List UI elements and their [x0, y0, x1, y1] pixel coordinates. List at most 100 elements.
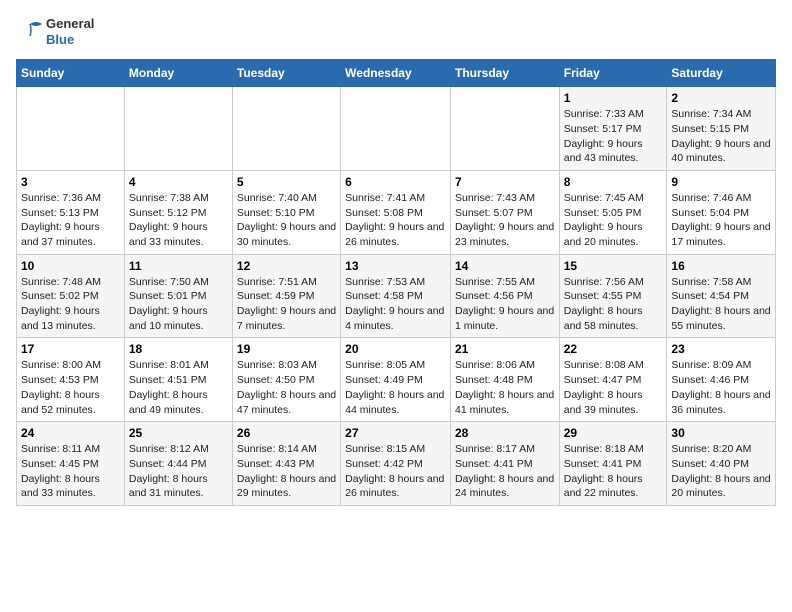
day-info: Sunrise: 8:15 AM Sunset: 4:42 PM Dayligh… — [345, 442, 446, 501]
calendar-cell: 7 Sunrise: 7:43 AM Sunset: 5:07 PM Daylig… — [450, 170, 559, 254]
calendar-cell: 1 Sunrise: 7:33 AM Sunset: 5:17 PM Daylig… — [559, 87, 667, 171]
day-number: 18 — [129, 342, 228, 356]
weekday-header: Tuesday — [232, 60, 340, 87]
day-number: 8 — [564, 175, 663, 189]
weekday-header: Thursday — [450, 60, 559, 87]
calendar-cell: 28Sunrise: 8:17 AM Sunset: 4:41 PM Dayli… — [450, 422, 559, 506]
calendar-cell — [450, 87, 559, 171]
weekday-header: Saturday — [667, 60, 776, 87]
day-number: 11 — [129, 259, 228, 273]
day-info: Sunrise: 7:33 AM Sunset: 5:17 PM Dayligh… — [564, 107, 663, 166]
weekday-header: Monday — [124, 60, 232, 87]
calendar-week-row: 24Sunrise: 8:11 AM Sunset: 4:45 PM Dayli… — [17, 422, 776, 506]
calendar-week-row: 10 Sunrise: 7:48 AM Sunset: 5:02 PM Dayli… — [17, 254, 776, 338]
calendar-cell: 23Sunrise: 8:09 AM Sunset: 4:46 PM Dayli… — [667, 338, 776, 422]
day-number: 13 — [345, 259, 446, 273]
day-number: 23 — [671, 342, 771, 356]
calendar-cell: 16Sunrise: 7:58 AM Sunset: 4:54 PM Dayli… — [667, 254, 776, 338]
day-info: Sunrise: 7:53 AM Sunset: 4:58 PM Dayligh… — [345, 275, 446, 334]
day-info: Sunrise: 7:45 AM Sunset: 5:05 PM Dayligh… — [564, 191, 663, 250]
day-number: 12 — [237, 259, 336, 273]
weekday-header: Friday — [559, 60, 667, 87]
day-info: Sunrise: 8:03 AM Sunset: 4:50 PM Dayligh… — [237, 358, 336, 417]
day-number: 5 — [237, 175, 336, 189]
calendar-cell: 15 Sunrise: 7:56 AM Sunset: 4:55 PM Dayli… — [559, 254, 667, 338]
calendar-cell: 8 Sunrise: 7:45 AM Sunset: 5:05 PM Daylig… — [559, 170, 667, 254]
calendar-cell: 18Sunrise: 8:01 AM Sunset: 4:51 PM Dayli… — [124, 338, 232, 422]
calendar-week-row: 17 Sunrise: 8:00 AM Sunset: 4:53 PM Dayli… — [17, 338, 776, 422]
day-info: Sunrise: 8:14 AM Sunset: 4:43 PM Dayligh… — [237, 442, 336, 501]
day-info: Sunrise: 7:50 AM Sunset: 5:01 PM Dayligh… — [129, 275, 228, 334]
calendar-cell: 29Sunrise: 8:18 AM Sunset: 4:41 PM Dayli… — [559, 422, 667, 506]
page-header: General Blue — [16, 16, 776, 47]
day-number: 20 — [345, 342, 446, 356]
calendar-cell — [341, 87, 451, 171]
calendar-cell: 2 Sunrise: 7:34 AM Sunset: 5:15 PM Daylig… — [667, 87, 776, 171]
day-info: Sunrise: 7:43 AM Sunset: 5:07 PM Dayligh… — [455, 191, 555, 250]
day-number: 28 — [455, 426, 555, 440]
calendar-table: SundayMondayTuesdayWednesdayThursdayFrid… — [16, 59, 776, 506]
calendar-cell: 19 Sunrise: 8:03 AM Sunset: 4:50 PM Dayli… — [232, 338, 340, 422]
day-info: Sunrise: 8:12 AM Sunset: 4:44 PM Dayligh… — [129, 442, 228, 501]
day-number: 3 — [21, 175, 120, 189]
day-number: 25 — [129, 426, 228, 440]
day-number: 2 — [671, 91, 771, 105]
day-number: 17 — [21, 342, 120, 356]
day-info: Sunrise: 8:06 AM Sunset: 4:48 PM Dayligh… — [455, 358, 555, 417]
calendar-cell: 11 Sunrise: 7:50 AM Sunset: 5:01 PM Dayli… — [124, 254, 232, 338]
calendar-week-row: 3 Sunrise: 7:36 AM Sunset: 5:13 PM Daylig… — [17, 170, 776, 254]
day-number: 7 — [455, 175, 555, 189]
calendar-cell: 26Sunrise: 8:14 AM Sunset: 4:43 PM Dayli… — [232, 422, 340, 506]
logo: General Blue — [16, 16, 94, 47]
day-number: 29 — [564, 426, 663, 440]
day-info: Sunrise: 7:48 AM Sunset: 5:02 PM Dayligh… — [21, 275, 120, 334]
calendar-cell: 27 Sunrise: 8:15 AM Sunset: 4:42 PM Dayli… — [341, 422, 451, 506]
day-info: Sunrise: 7:41 AM Sunset: 5:08 PM Dayligh… — [345, 191, 446, 250]
day-info: Sunrise: 7:56 AM Sunset: 4:55 PM Dayligh… — [564, 275, 663, 334]
logo-bird-icon — [16, 18, 44, 46]
day-number: 1 — [564, 91, 663, 105]
calendar-cell: 24Sunrise: 8:11 AM Sunset: 4:45 PM Dayli… — [17, 422, 125, 506]
day-info: Sunrise: 7:55 AM Sunset: 4:56 PM Dayligh… — [455, 275, 555, 334]
calendar-cell: 6Sunrise: 7:41 AM Sunset: 5:08 PM Daylig… — [341, 170, 451, 254]
day-number: 14 — [455, 259, 555, 273]
calendar-cell: 12Sunrise: 7:51 AM Sunset: 4:59 PM Dayli… — [232, 254, 340, 338]
day-info: Sunrise: 7:34 AM Sunset: 5:15 PM Dayligh… — [671, 107, 771, 166]
day-number: 19 — [237, 342, 336, 356]
day-info: Sunrise: 7:40 AM Sunset: 5:10 PM Dayligh… — [237, 191, 336, 250]
calendar-cell: 10 Sunrise: 7:48 AM Sunset: 5:02 PM Dayli… — [17, 254, 125, 338]
calendar-cell: 4Sunrise: 7:38 AM Sunset: 5:12 PM Daylig… — [124, 170, 232, 254]
day-info: Sunrise: 7:46 AM Sunset: 5:04 PM Dayligh… — [671, 191, 771, 250]
calendar-cell: 3 Sunrise: 7:36 AM Sunset: 5:13 PM Daylig… — [17, 170, 125, 254]
calendar-cell: 25 Sunrise: 8:12 AM Sunset: 4:44 PM Dayli… — [124, 422, 232, 506]
calendar-cell: 9 Sunrise: 7:46 AM Sunset: 5:04 PM Daylig… — [667, 170, 776, 254]
calendar-cell: 13 Sunrise: 7:53 AM Sunset: 4:58 PM Dayli… — [341, 254, 451, 338]
day-number: 22 — [564, 342, 663, 356]
calendar-cell: 22Sunrise: 8:08 AM Sunset: 4:47 PM Dayli… — [559, 338, 667, 422]
day-number: 30 — [671, 426, 771, 440]
day-info: Sunrise: 8:20 AM Sunset: 4:40 PM Dayligh… — [671, 442, 771, 501]
day-info: Sunrise: 7:36 AM Sunset: 5:13 PM Dayligh… — [21, 191, 120, 250]
calendar-cell: 5 Sunrise: 7:40 AM Sunset: 5:10 PM Daylig… — [232, 170, 340, 254]
calendar-week-row: 1 Sunrise: 7:33 AM Sunset: 5:17 PM Daylig… — [17, 87, 776, 171]
day-number: 27 — [345, 426, 446, 440]
day-info: Sunrise: 8:11 AM Sunset: 4:45 PM Dayligh… — [21, 442, 120, 501]
logo-general: General — [46, 16, 94, 32]
day-number: 4 — [129, 175, 228, 189]
day-info: Sunrise: 8:05 AM Sunset: 4:49 PM Dayligh… — [345, 358, 446, 417]
calendar-cell: 17 Sunrise: 8:00 AM Sunset: 4:53 PM Dayli… — [17, 338, 125, 422]
weekday-header: Sunday — [17, 60, 125, 87]
day-number: 10 — [21, 259, 120, 273]
day-number: 9 — [671, 175, 771, 189]
day-info: Sunrise: 7:58 AM Sunset: 4:54 PM Dayligh… — [671, 275, 771, 334]
weekday-header-row: SundayMondayTuesdayWednesdayThursdayFrid… — [17, 60, 776, 87]
calendar-cell — [17, 87, 125, 171]
calendar-cell: 30 Sunrise: 8:20 AM Sunset: 4:40 PM Dayli… — [667, 422, 776, 506]
day-number: 15 — [564, 259, 663, 273]
calendar-cell: 20 Sunrise: 8:05 AM Sunset: 4:49 PM Dayli… — [341, 338, 451, 422]
day-info: Sunrise: 8:00 AM Sunset: 4:53 PM Dayligh… — [21, 358, 120, 417]
weekday-header: Wednesday — [341, 60, 451, 87]
calendar-cell — [124, 87, 232, 171]
logo-blue: Blue — [46, 32, 94, 48]
calendar-cell — [232, 87, 340, 171]
